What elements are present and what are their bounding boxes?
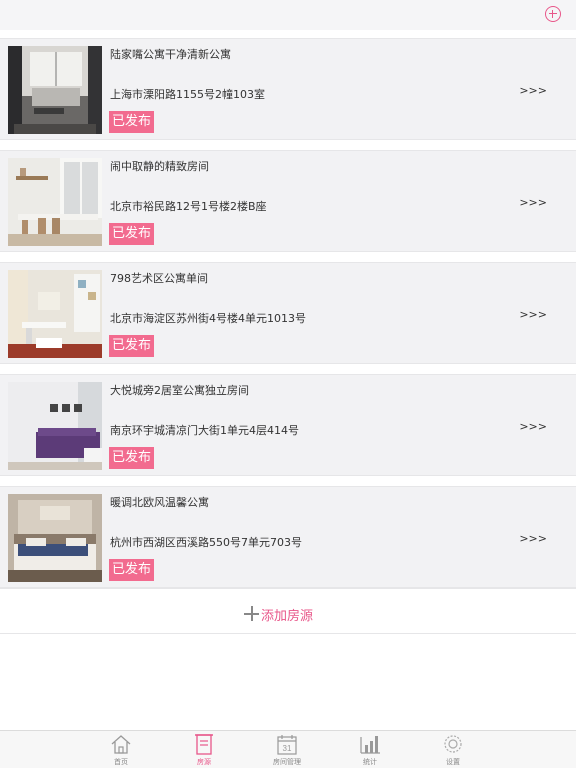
status-badge: 已发布 (109, 559, 155, 581)
listing-photo (8, 382, 102, 470)
plus-icon (244, 606, 259, 621)
listing-photo (8, 494, 102, 582)
status-badge: 已发布 (109, 335, 155, 357)
listing-address: 南京环宇城清凉门大街1单元4层414号 (110, 424, 299, 437)
listing-card[interactable]: 陆家嘴公寓干净清新公寓 上海市溧阳路1155号2幢103室 已发布 >>> (0, 38, 576, 140)
add-listing-label: 添加房源 (261, 609, 314, 624)
listing-title: 闹中取静的精致房间 (110, 160, 209, 173)
tab-room-management[interactable]: 31 房间管理 (257, 731, 317, 768)
listing-address: 北京市海淀区苏州街4号楼4单元1013号 (110, 312, 306, 325)
listing-address: 上海市溧阳路1155号2幢103室 (110, 88, 265, 101)
detail-arrow[interactable]: >>> (519, 196, 547, 209)
listing-photo (8, 46, 102, 134)
status-badge: 已发布 (109, 223, 155, 245)
listing-list: 陆家嘴公寓干净清新公寓 上海市溧阳路1155号2幢103室 已发布 >>> 闹中… (0, 38, 576, 598)
calendar-day: 31 (283, 744, 292, 753)
status-badge: 已发布 (109, 111, 155, 133)
tab-home[interactable]: 首页 (91, 731, 151, 768)
listing-photo (8, 270, 102, 358)
listing-title: 陆家嘴公寓干净清新公寓 (110, 48, 231, 61)
status-badge: 已发布 (109, 447, 155, 469)
circle-plus-icon[interactable] (545, 6, 561, 22)
tab-label: 房间管理 (273, 758, 301, 766)
tab-label: 首页 (114, 758, 128, 766)
calendar-icon: 31 (276, 733, 298, 755)
detail-arrow[interactable]: >>> (519, 420, 547, 433)
listing-title: 暖调北欧风温馨公寓 (110, 496, 209, 509)
listing-card[interactable]: 大悦城旁2居室公寓独立房间 南京环宇城清凉门大街1单元4层414号 已发布 >>… (0, 374, 576, 476)
detail-arrow[interactable]: >>> (519, 532, 547, 545)
listing-address: 杭州市西湖区西溪路550号7单元703号 (110, 536, 302, 549)
listing-address: 北京市裕民路12号1号楼2楼B座 (110, 200, 267, 213)
tab-statistics[interactable]: 统计 (340, 731, 400, 768)
listing-card[interactable]: 闹中取静的精致房间 北京市裕民路12号1号楼2楼B座 已发布 >>> (0, 150, 576, 252)
building-icon (193, 733, 215, 755)
listing-title: 798艺术区公寓单间 (110, 272, 208, 285)
tab-label: 统计 (363, 758, 377, 766)
detail-arrow[interactable]: >>> (519, 308, 547, 321)
tab-listings[interactable]: 房源 (174, 731, 234, 768)
listing-card[interactable]: 798艺术区公寓单间 北京市海淀区苏州街4号楼4单元1013号 已发布 >>> (0, 262, 576, 364)
top-bar (0, 0, 576, 30)
tab-label: 房源 (197, 758, 211, 766)
listing-photo (8, 158, 102, 246)
tab-bar: 首页 房源 31 房间管理 统计 设置 (0, 730, 576, 768)
listing-card[interactable]: 暖调北欧风温馨公寓 杭州市西湖区西溪路550号7单元703号 已发布 >>> (0, 486, 576, 588)
tab-label: 设置 (446, 758, 460, 766)
tab-settings[interactable]: 设置 (423, 731, 483, 768)
gear-icon (442, 733, 464, 755)
bar-chart-icon (359, 733, 381, 755)
add-listing-button[interactable]: 添加房源 (0, 588, 576, 634)
home-icon (110, 733, 132, 755)
detail-arrow[interactable]: >>> (519, 84, 547, 97)
listing-title: 大悦城旁2居室公寓独立房间 (110, 384, 249, 397)
